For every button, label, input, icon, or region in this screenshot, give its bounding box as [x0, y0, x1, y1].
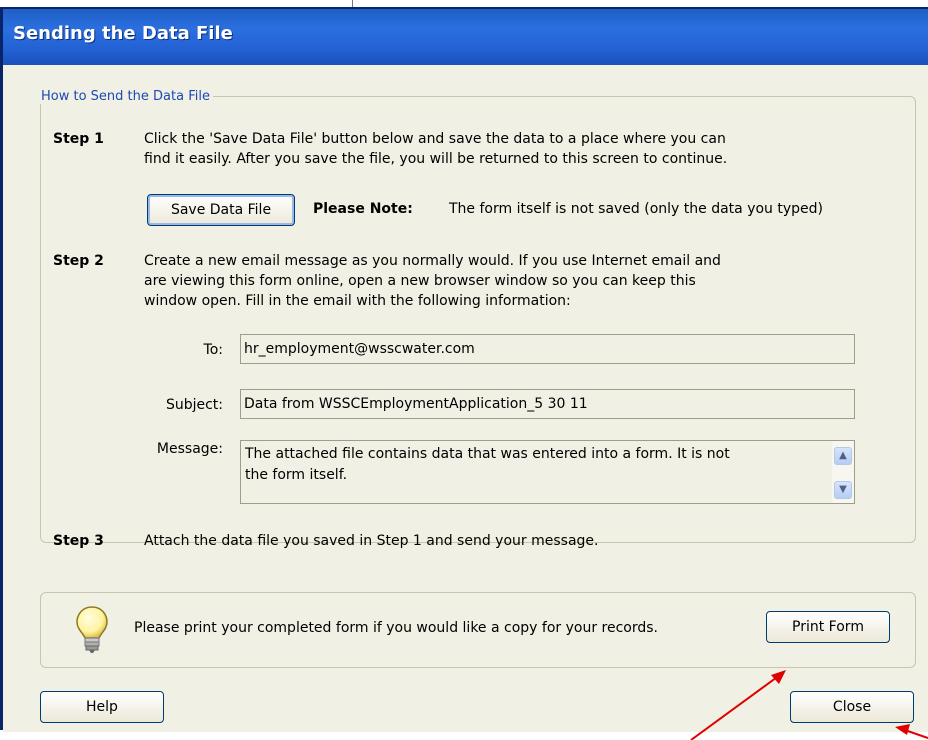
- print-tip-text: Please print your completed form if you …: [134, 620, 658, 636]
- step3-label: Step 3: [53, 533, 104, 549]
- message-field[interactable]: The attached file contains data that was…: [240, 440, 855, 504]
- to-label: To:: [203, 342, 223, 358]
- close-button[interactable]: Close: [790, 691, 914, 723]
- to-field[interactable]: hr_employment@wsscwater.com: [240, 334, 855, 364]
- subject-field[interactable]: Data from WSSCEmploymentApplication_5 30…: [240, 389, 855, 419]
- lightbulb-icon: [76, 606, 108, 653]
- step1-label: Step 1: [53, 131, 104, 147]
- dialog-body: How to Send the Data File Step 1 Click t…: [3, 65, 928, 732]
- dialog-window: Sending the Data File How to Send the Da…: [0, 7, 928, 732]
- message-text: The attached file contains data that was…: [245, 444, 817, 486]
- step3-text: Attach the data file you saved in Step 1…: [144, 533, 599, 549]
- print-tip-box: Please print your completed form if you …: [40, 592, 916, 668]
- dialog-title: Sending the Data File: [13, 23, 233, 44]
- step2-label: Step 2: [53, 253, 104, 269]
- top-edge: [0, 0, 928, 7]
- scroll-up-icon[interactable]: ▲: [834, 447, 852, 465]
- message-label: Message:: [156, 441, 223, 457]
- message-line-1: The attached file contains data that was…: [245, 446, 730, 462]
- group-legend: How to Send the Data File: [41, 89, 210, 104]
- divider: [352, 0, 353, 7]
- subject-label: Subject:: [165, 397, 223, 413]
- print-form-button[interactable]: Print Form: [766, 611, 890, 643]
- step2-line1: Create a new email message as you normal…: [144, 253, 721, 269]
- scroll-down-icon[interactable]: ▼: [834, 481, 852, 499]
- please-note-text: The form itself is not saved (only the d…: [449, 201, 823, 217]
- save-data-file-button[interactable]: Save Data File: [147, 194, 295, 226]
- please-note-label: Please Note:: [313, 201, 413, 217]
- step2-line2: are viewing this form online, open a new…: [144, 273, 696, 289]
- step2-line3: window open. Fill in the email with the …: [144, 293, 571, 309]
- step1-line1: Click the 'Save Data File' button below …: [144, 131, 726, 147]
- message-line-2: the form itself.: [245, 467, 348, 483]
- step1-line2: find it easily. After you save the file,…: [144, 151, 728, 167]
- message-scrollbar[interactable]: ▲ ▼: [832, 441, 854, 503]
- help-button[interactable]: Help: [40, 691, 164, 723]
- title-bar[interactable]: Sending the Data File: [3, 9, 928, 65]
